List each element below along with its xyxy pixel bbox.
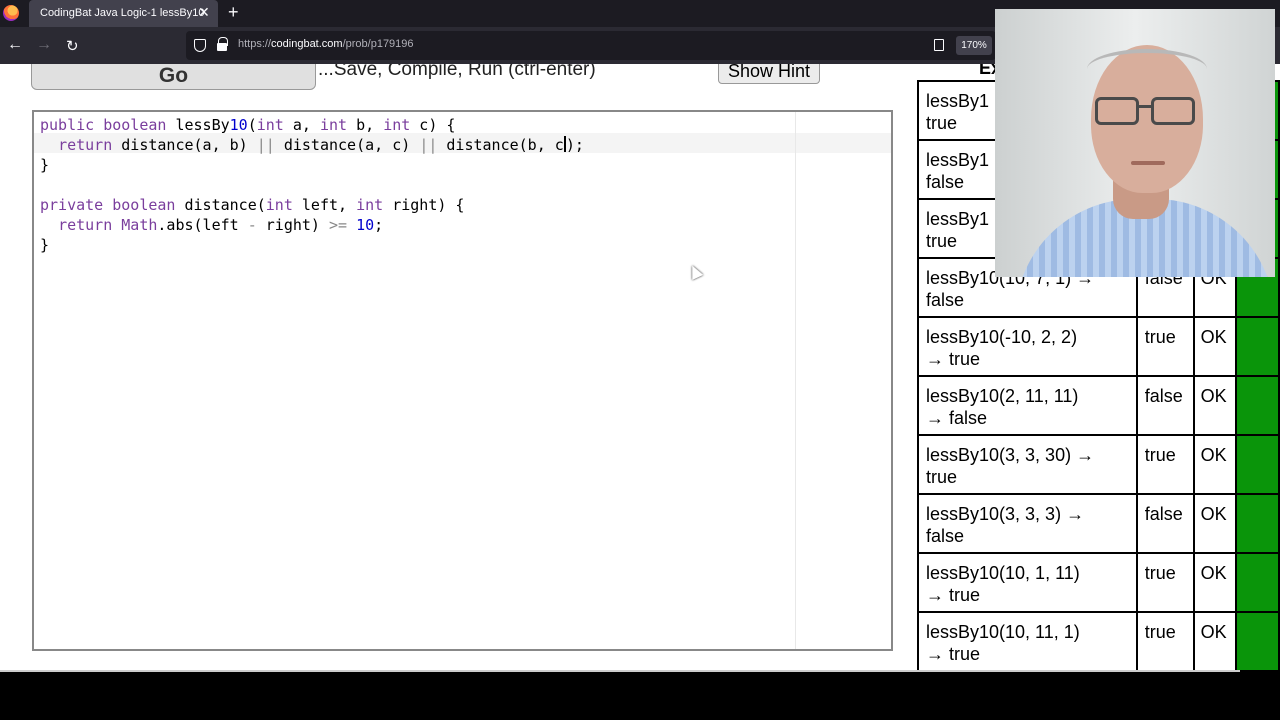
result-run-cell: true — [1135, 316, 1195, 377]
result-row: lessBy10(2, 11, 11) → false false OK — [917, 375, 1280, 436]
code-line[interactable]: } — [40, 235, 584, 255]
tab-close-icon[interactable]: ✕ — [198, 4, 210, 21]
result-ok-cell: OK — [1192, 375, 1237, 436]
result-run-cell: true — [1135, 434, 1195, 495]
firefox-logo-icon[interactable] — [3, 5, 19, 21]
zoom-level-badge[interactable]: 170% — [956, 36, 992, 55]
result-expected-text: false — [926, 526, 965, 546]
print-margin — [795, 112, 796, 649]
result-row: lessBy10(10, 11, 1) → true true OK — [917, 611, 1280, 672]
new-tab-icon[interactable]: + — [228, 2, 239, 23]
result-call-cell: lessBy10(3, 3, 3) → false — [917, 493, 1138, 554]
result-row: lessBy10(10, 1, 11) → true true OK — [917, 552, 1280, 613]
result-status-cell — [1234, 611, 1280, 672]
result-call-cell: lessBy10(10, 11, 1) → true — [917, 611, 1138, 672]
result-call-cell: lessBy10(-10, 2, 2) → true — [917, 316, 1138, 377]
url-prefix: https:// — [238, 38, 272, 50]
result-ok-cell: OK — [1192, 434, 1237, 495]
url-host: codingbat.com — [271, 38, 343, 50]
result-expected-text: → false — [926, 408, 988, 428]
result-row: lessBy10(3, 3, 3) → false false OK — [917, 493, 1280, 554]
code-line[interactable]: private boolean distance(int left, int r… — [40, 195, 584, 215]
result-ok-cell: OK — [1192, 552, 1237, 613]
code-line[interactable]: return distance(a, b) || distance(a, c) … — [40, 135, 584, 155]
screen: CodingBat Java Logic-1 lessBy10 ✕ + ← → … — [0, 0, 1280, 720]
result-call-text: lessBy10(-10, 2, 2) — [926, 327, 1078, 347]
result-call-text: lessBy10(10, 11, 1) — [926, 622, 1080, 642]
result-run-cell: false — [1135, 493, 1195, 554]
result-run-cell: true — [1135, 552, 1195, 613]
result-expected-text: false — [926, 290, 965, 310]
result-call-cell: lessBy10(2, 11, 11) → false — [917, 375, 1138, 436]
result-expected-text: → true — [926, 644, 981, 664]
result-ok-cell: OK — [1192, 611, 1237, 672]
result-ok-cell: OK — [1192, 316, 1237, 377]
browser-tab[interactable]: CodingBat Java Logic-1 lessBy10 ✕ — [29, 0, 218, 27]
shield-icon[interactable] — [194, 39, 206, 52]
code-line[interactable]: return Math.abs(left - right) >= 10; — [40, 215, 584, 235]
webcam-glasses-left — [1095, 97, 1139, 125]
result-status-cell — [1234, 434, 1280, 495]
result-call-text: lessBy10(3, 3, 3) → — [926, 504, 1085, 524]
text-caret — [563, 136, 566, 152]
url-bar[interactable]: https://codingbat.com/prob/p179196 170% — [186, 31, 996, 60]
result-call-cell: lessBy10(10, 1, 11) → true — [917, 552, 1138, 613]
lock-icon[interactable] — [217, 37, 228, 51]
url-text[interactable]: https://codingbat.com/prob/p179196 — [238, 38, 414, 50]
code-line[interactable]: public boolean lessBy10(int a, int b, in… — [40, 115, 584, 135]
result-expected-text: → true — [926, 585, 981, 605]
go-button[interactable]: Go — [31, 64, 316, 90]
reload-icon[interactable]: ↻ — [66, 37, 79, 55]
result-call-cell: lessBy10(3, 3, 30) → true — [917, 434, 1138, 495]
url-path: /prob/p179196 — [342, 38, 414, 50]
webcam-hair — [1087, 49, 1207, 89]
show-hint-button[interactable]: Show Hint — [718, 64, 820, 84]
result-row: lessBy10(-10, 2, 2) → true true OK — [917, 316, 1280, 377]
result-status-cell — [1234, 493, 1280, 554]
result-run-cell: false — [1135, 375, 1195, 436]
result-expected-text: true — [926, 467, 958, 487]
code-text[interactable]: public boolean lessBy10(int a, int b, in… — [40, 115, 584, 255]
result-status-cell — [1234, 316, 1280, 377]
back-arrow-icon[interactable]: ← — [7, 36, 23, 54]
result-expected-text: → true — [926, 349, 981, 369]
webcam-mouth — [1131, 161, 1165, 165]
webcam-overlay — [995, 9, 1275, 277]
forward-arrow-icon[interactable]: → — [36, 36, 52, 54]
webcam-glasses-bridge — [1138, 105, 1152, 108]
result-status-cell — [1234, 552, 1280, 613]
webcam-glasses-right — [1151, 97, 1195, 125]
result-run-cell: true — [1135, 611, 1195, 672]
result-call-text: lessBy10(10, 1, 11) — [926, 563, 1080, 583]
save-compile-run-hint: ...Save, Compile, Run (ctrl-enter) — [318, 64, 596, 80]
code-line[interactable]: } — [40, 155, 584, 175]
result-row: lessBy10(3, 3, 30) → true true OK — [917, 434, 1280, 495]
result-call-text: lessBy10(3, 3, 30) → — [926, 445, 1095, 465]
result-status-cell — [1234, 375, 1280, 436]
code-line[interactable] — [40, 175, 584, 195]
black-letterbox — [0, 672, 1280, 720]
tab-title: CodingBat Java Logic-1 lessBy10 — [40, 7, 205, 19]
code-editor[interactable]: public boolean lessBy10(int a, int b, in… — [32, 110, 893, 651]
result-call-text: lessBy10(2, 11, 11) — [926, 386, 1079, 406]
result-ok-cell: OK — [1192, 493, 1237, 554]
reader-view-icon[interactable] — [934, 39, 944, 51]
